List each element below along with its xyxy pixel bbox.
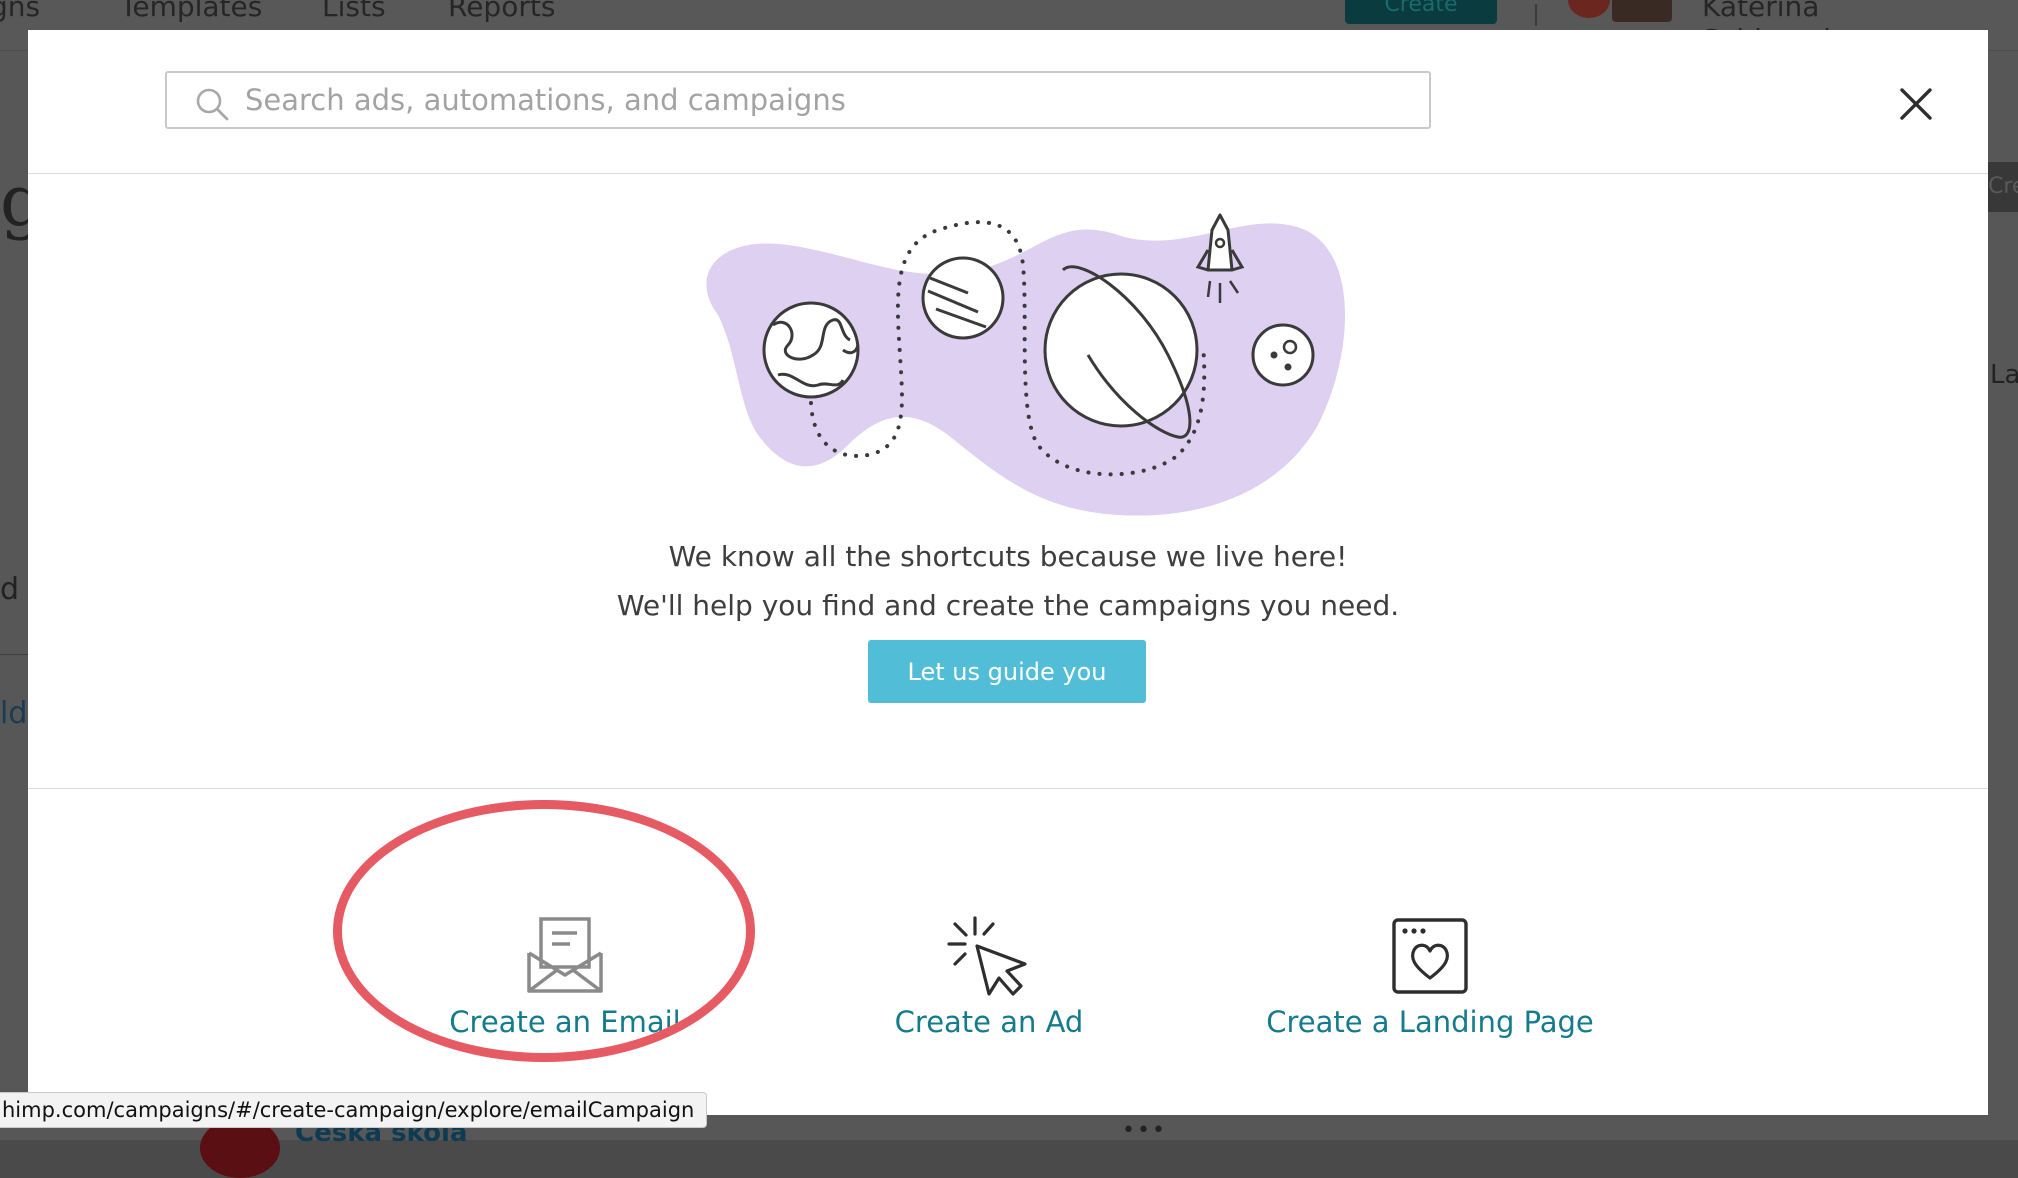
bg-fragment-text: d bbox=[0, 572, 20, 607]
bg-avatar bbox=[1612, 0, 1672, 22]
bg-nav-lists: Lists bbox=[322, 0, 386, 23]
bg-row-line bbox=[0, 654, 28, 655]
bg-nav-templates: Templates bbox=[120, 0, 263, 23]
envelope-icon bbox=[527, 917, 603, 993]
cursor-click-icon bbox=[947, 916, 1027, 996]
bg-create-button: Create bbox=[1345, 0, 1497, 24]
close-button[interactable] bbox=[1898, 86, 1934, 122]
content-divider bbox=[28, 788, 1988, 789]
landing-page-heart-icon bbox=[1392, 918, 1468, 994]
search-icon bbox=[196, 88, 229, 121]
space-illustration bbox=[706, 213, 1346, 516]
search-box[interactable] bbox=[165, 71, 1431, 129]
bg-nav-campaigns: gns bbox=[0, 0, 41, 23]
create-ad-label[interactable]: Create an Ad bbox=[895, 1005, 1084, 1039]
striped-planet-icon bbox=[921, 256, 1005, 340]
let-us-guide-you-button[interactable]: Let us guide you bbox=[868, 640, 1146, 703]
bg-more-dots: ••• bbox=[1122, 1118, 1167, 1143]
earth-planet-icon bbox=[762, 301, 860, 399]
search-input[interactable] bbox=[245, 79, 1405, 121]
header-divider bbox=[28, 173, 1988, 174]
create-campaign-modal: We know all the shortcuts because we liv… bbox=[28, 30, 1988, 1115]
bg-right-create: Cre bbox=[1988, 162, 2018, 212]
bg-divider bbox=[1535, 4, 1537, 26]
intro-text-line-1: We know all the shortcuts because we liv… bbox=[668, 540, 1348, 573]
create-landing-page-label[interactable]: Create a Landing Page bbox=[1266, 1005, 1594, 1039]
create-email-label[interactable]: Create an Email bbox=[449, 1005, 680, 1039]
moon-icon bbox=[1251, 323, 1315, 387]
bg-nav-reports: Reports bbox=[448, 0, 556, 23]
intro-text-line-2: We'll help you find and create the campa… bbox=[616, 589, 1400, 622]
close-icon bbox=[1900, 88, 1932, 120]
bg-fragment-link: ld bbox=[0, 696, 28, 731]
bg-right-fragment: La bbox=[1990, 360, 2018, 390]
status-bar-url: himp.com/campaigns/#/create-campaign/exp… bbox=[0, 1092, 708, 1128]
bg-notification-badge bbox=[1568, 0, 1610, 18]
